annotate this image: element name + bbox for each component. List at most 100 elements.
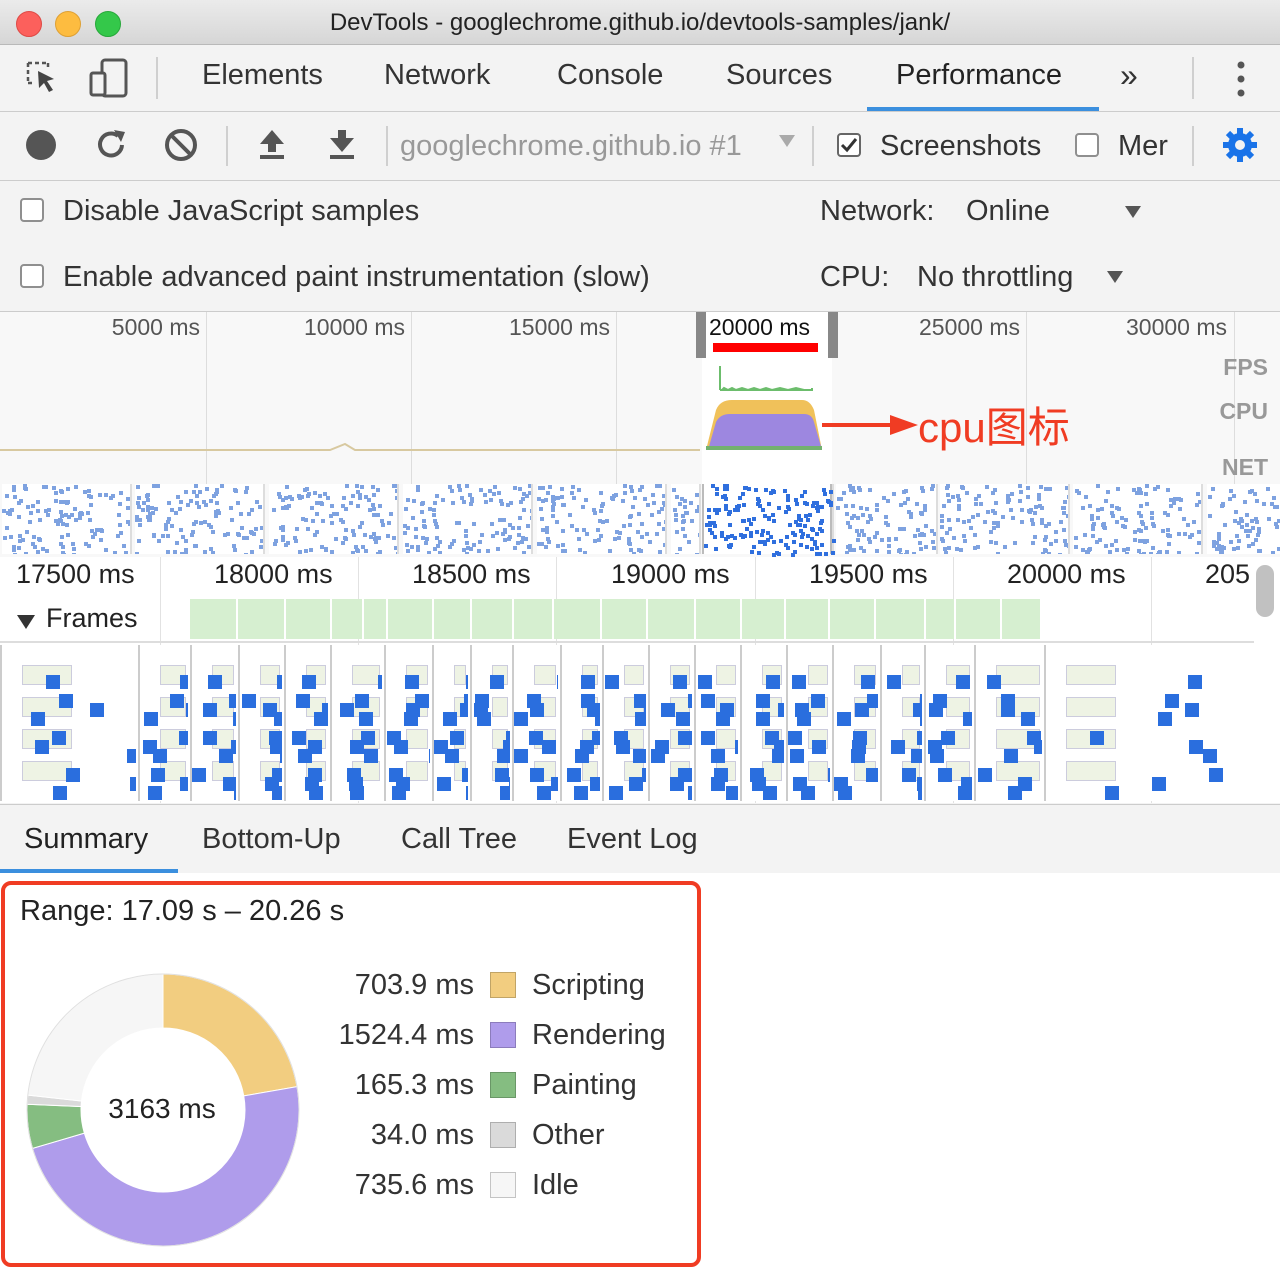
frame-screenshot <box>512 645 558 801</box>
timeline-overview[interactable]: 5000 ms 10000 ms 15000 ms 20000 ms 25000… <box>0 311 1280 558</box>
network-label: Network: <box>820 195 935 227</box>
legend-name-idle: Idle <box>532 1169 579 1201</box>
kebab-menu-icon[interactable] <box>1232 59 1250 104</box>
screenshots-label: Screenshots <box>880 130 1042 162</box>
frame-screenshot <box>330 645 382 801</box>
screenshot-thumbnail <box>537 484 667 554</box>
legend-name-scripting: Scripting <box>532 969 645 1001</box>
annotation-arrow-icon <box>822 415 918 435</box>
toolbar-divider <box>812 126 814 166</box>
reload-record-icon[interactable] <box>92 126 130 169</box>
clear-icon[interactable] <box>163 127 199 168</box>
record-icon[interactable] <box>24 128 58 167</box>
memory-label: Mer <box>1118 130 1168 162</box>
frame-screenshot <box>924 645 972 801</box>
fps-track-label: FPS <box>1223 354 1268 380</box>
legend-value-painting: 165.3 ms <box>354 1069 474 1101</box>
chevron-down-icon <box>778 134 796 153</box>
tab-bottom-up[interactable]: Bottom-Up <box>202 823 341 856</box>
legend-value-other: 34.0 ms <box>370 1119 474 1151</box>
window-titlebar: DevTools - googlechrome.github.io/devtoo… <box>0 0 1280 45</box>
cpu-annotation-text: cpu图标 <box>918 404 1070 451</box>
summary-total: 3163 ms <box>108 1093 216 1124</box>
selected-screenshot <box>702 484 836 557</box>
frame-screenshots <box>0 557 1254 803</box>
tab-sources[interactable]: Sources <box>726 59 832 92</box>
cpu-track-label: CPU <box>1219 398 1268 424</box>
tab-summary[interactable]: Summary <box>24 823 148 856</box>
cpu-chart-dimmed <box>0 442 700 451</box>
summary-panel: Range: 17.09 s – 20.26 s 3163 ms 703.9 m… <box>0 873 1280 1280</box>
advanced-paint-checkbox[interactable] <box>20 264 44 288</box>
cpu-throttle-select[interactable]: No throttling <box>917 261 1073 294</box>
frame-screenshot <box>238 645 282 801</box>
overview-tick: 15000 ms <box>508 314 610 340</box>
tab-performance[interactable]: Performance <box>896 59 1062 92</box>
frame-screenshot <box>786 645 830 801</box>
tab-console[interactable]: Console <box>557 59 663 92</box>
device-toolbar-icon[interactable] <box>88 57 130 104</box>
save-profile-icon[interactable] <box>324 126 360 167</box>
screenshot-thumbnail <box>836 484 938 554</box>
overview-tick: 10000 ms <box>303 314 405 340</box>
screenshot-thumbnail <box>1073 484 1203 554</box>
legend-swatch-other <box>490 1122 516 1148</box>
chevron-down-icon <box>1124 205 1142 224</box>
screenshot-thumbnail <box>269 484 399 554</box>
tab-call-tree[interactable]: Call Tree <box>401 823 517 856</box>
frame-screenshot <box>470 645 510 801</box>
timeline-scrollbar[interactable] <box>1256 565 1274 617</box>
screenshot-thumbnail <box>403 484 533 554</box>
screenshots-checkbox[interactable] <box>837 133 861 157</box>
network-throttle-select[interactable]: Online <box>966 195 1050 228</box>
frame-screenshot <box>284 645 328 801</box>
legend-swatch-painting <box>490 1072 516 1098</box>
overview-tick: 5000 ms <box>111 314 200 340</box>
legend-value-scripting: 703.9 ms <box>354 969 474 1001</box>
frame-screenshot <box>138 645 188 801</box>
overview-tick: 25000 ms <box>918 314 1020 340</box>
legend-swatch-scripting <box>490 972 516 998</box>
profile-select[interactable]: googlechrome.github.io #1 <box>400 130 742 163</box>
inspect-element-icon[interactable] <box>24 59 62 102</box>
chevron-down-icon <box>1106 270 1124 289</box>
net-track-label: NET <box>1222 454 1268 480</box>
legend-name-painting: Painting <box>532 1069 637 1101</box>
toolbar-divider <box>1192 57 1194 99</box>
grid-line <box>206 312 207 487</box>
timeline-flamechart[interactable]: 17500 ms 18000 ms 18500 ms 19000 ms 1950… <box>0 557 1280 803</box>
grid-line <box>616 312 617 487</box>
tab-network[interactable]: Network <box>384 59 490 92</box>
overview-tick: 30000 ms <box>1125 314 1227 340</box>
legend-swatch-rendering <box>490 1022 516 1048</box>
memory-checkbox[interactable] <box>1075 133 1099 157</box>
frame-screenshot <box>384 645 430 801</box>
disable-js-samples-checkbox[interactable] <box>20 198 44 222</box>
frame-screenshot <box>740 645 784 801</box>
capture-settings-panel: Disable JavaScript samples Enable advanc… <box>0 181 1280 311</box>
tab-event-log[interactable]: Event Log <box>567 823 698 856</box>
legend-name-other: Other <box>532 1119 605 1151</box>
grid-line <box>411 312 412 487</box>
frame-screenshot <box>1044 645 1250 801</box>
frame-screenshot <box>974 645 1042 801</box>
frame-screenshot <box>832 645 878 801</box>
tab-elements[interactable]: Elements <box>202 59 323 92</box>
more-tabs-button[interactable]: » <box>1120 57 1138 94</box>
legend-value-rendering: 1524.4 ms <box>338 1019 474 1051</box>
toolbar-divider <box>226 126 228 166</box>
screenshot-thumbnail <box>671 484 701 554</box>
frame-screenshot <box>880 645 922 801</box>
load-profile-icon[interactable] <box>254 126 290 167</box>
legend-swatch-idle <box>490 1172 516 1198</box>
cpu-chart-selected <box>706 366 822 450</box>
screenshot-thumbnail <box>940 484 1070 554</box>
screenshot-thumbnail <box>1207 484 1280 554</box>
long-frame-marker <box>713 343 818 352</box>
summary-range: Range: 17.09 s – 20.26 s <box>20 895 345 927</box>
cpu-label: CPU: <box>820 261 890 293</box>
toolbar-divider <box>386 126 388 166</box>
disable-js-samples-label: Disable JavaScript samples <box>63 195 420 227</box>
gear-icon[interactable] <box>1221 126 1259 169</box>
selection-tick: 20000 ms <box>709 314 824 341</box>
